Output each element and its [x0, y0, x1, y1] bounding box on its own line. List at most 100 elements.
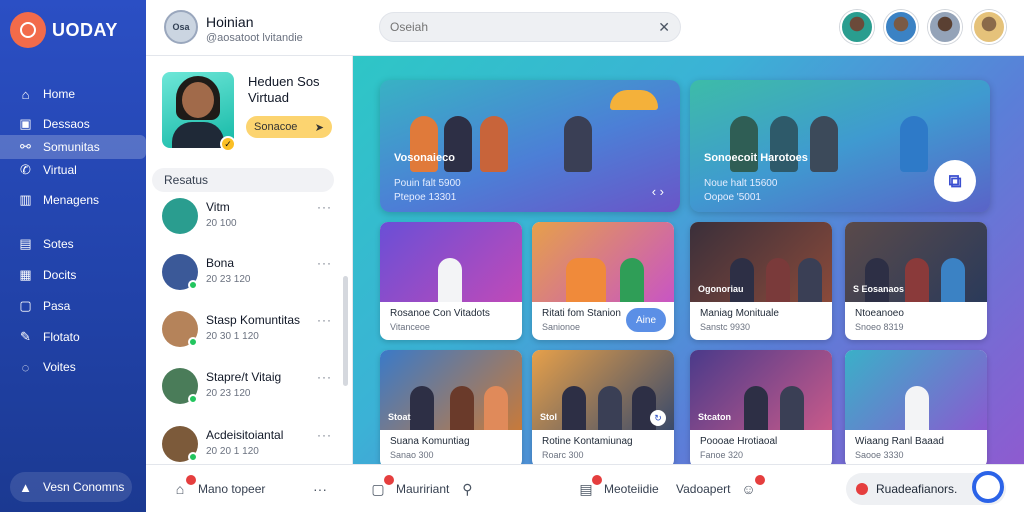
bottom-item-label: Mano topeer [198, 482, 266, 496]
list-item[interactable]: Bona 20 23 120 ··· [162, 252, 332, 292]
scrollbar[interactable] [343, 276, 348, 386]
refresh-icon[interactable]: ↻ [650, 410, 666, 426]
community-card[interactable]: Stoat Suana Komuntiag Sanao 300 [380, 350, 522, 464]
bottom-item-label: Meoteiidie [604, 482, 659, 496]
online-indicator [188, 452, 198, 462]
featured-meta: Oopoe '5001 [704, 192, 761, 203]
card-title: Ritati fom Stanion [542, 308, 621, 319]
more-icon[interactable]: ··· [317, 428, 332, 442]
bottom-item-mauririant[interactable]: ▢ Mauririant ⚲ [368, 475, 477, 499]
card-title: Suana Komuntiag [390, 436, 470, 447]
nav-bottom-label: Vesn Conomns [43, 480, 125, 494]
card-subtitle: Sanao 300 [390, 450, 434, 460]
nav-label: Dessaos [43, 117, 90, 131]
building-icon: ▥ [19, 192, 32, 207]
home-icon: ⌂ [170, 475, 196, 499]
calendar-icon: ▤ [576, 475, 602, 499]
user-avatar[interactable]: Osa [164, 10, 198, 44]
more-icon[interactable]: ··· [317, 370, 332, 384]
close-icon[interactable]: ✕ [658, 19, 670, 36]
card-subtitle: Sanionoe [542, 322, 581, 332]
community-card[interactable]: Stcaton Poooae Hrotiaoal Fanoe 320 [690, 350, 832, 464]
featured-meta: Pouin falt 5900 [394, 178, 461, 189]
featured-meta: Ptepoe 13301 [394, 192, 457, 203]
document-icon: ▦ [19, 267, 32, 282]
card-pill-button[interactable]: Aine [626, 308, 666, 332]
community-card[interactable]: Stol ↻ Rotine Kontamiunag Roarc 300 [532, 350, 674, 464]
vote-icon: ◌ [21, 359, 30, 375]
card-tag: Stol [540, 412, 557, 422]
nav-label: Virtual [43, 163, 77, 177]
nav-item-menagens[interactable]: ▥ Menagens [0, 188, 146, 212]
nav-item-docits[interactable]: ▦ Docits [0, 263, 146, 287]
card-title: Poooae Hrotiaoal [700, 436, 778, 447]
user-name: Hoinian [206, 14, 254, 30]
more-icon[interactable]: ··· [317, 313, 332, 327]
community-card[interactable]: Ogonoriau Maniag Monituale Sanstc 9930 [690, 222, 832, 340]
search-icon[interactable]: ⚲ [457, 479, 477, 499]
share-icon[interactable]: ⧉ [934, 160, 976, 202]
more-icon[interactable]: ··· [317, 200, 332, 214]
nav-item-somunitas[interactable]: ⚯ Somunitas [0, 135, 146, 159]
bottom-item-label: Vadoapert [676, 482, 731, 496]
nav-item-dessaos[interactable]: ▣ Dessaos [0, 112, 146, 136]
card-title: Rosanoe Con Vitadots [390, 308, 490, 319]
carousel-arrows-icon[interactable]: ‹ › [652, 184, 664, 199]
nav-label: Somunitas [43, 140, 100, 154]
contact-time: 20 30 1 120 [206, 331, 259, 342]
list-item[interactable]: Acdeisitoiantal 20 20 1 120 ··· [162, 424, 332, 464]
search-input[interactable] [390, 20, 659, 34]
card-title: Wiaang Ranl Baaad [855, 436, 944, 447]
profile-title: Heduen Sos Virtuad [248, 74, 320, 105]
brand-logo-icon [10, 12, 46, 48]
community-icon: ⚯ [20, 139, 31, 154]
nav-item-sotes[interactable]: ▤ Sotes [0, 232, 146, 256]
avatar[interactable] [884, 10, 918, 44]
online-indicator [188, 394, 198, 404]
top-avatars [840, 10, 1006, 44]
nav-item-home[interactable]: ⌂ Home [0, 82, 146, 106]
card-subtitle: Saooe 3330 [855, 450, 904, 460]
community-card[interactable]: Ritati fom Stanion Sanionoe Aine [532, 222, 674, 340]
more-icon[interactable]: ··· [317, 256, 332, 270]
bottom-item-meoteiidie[interactable]: ▤ Meoteiidie [576, 475, 659, 499]
nav-bottom-button[interactable]: ▲ Vesn Conomns [10, 472, 132, 502]
lock-icon: ▲ [19, 479, 32, 495]
card-subtitle: Vitanceoe [390, 322, 430, 332]
community-card[interactable]: S Eosanaos Ntoeanoeo Snoeo 8319 [845, 222, 987, 340]
nav-label: Voites [43, 360, 76, 374]
avatar [162, 198, 198, 234]
nav-item-virtual[interactable]: ✆ Virtual [0, 158, 146, 182]
user-icon: ☺ [739, 475, 765, 499]
bottom-item-vadoapert[interactable]: Vadoapert ☺ [676, 475, 765, 499]
card-subtitle: Fanoe 320 [700, 450, 744, 460]
featured-card[interactable]: Sonoecoit Harotoes Noue halt 15600 Oopoe… [690, 80, 990, 212]
nav-item-flotato[interactable]: ✎ Flotato [0, 325, 146, 349]
avatar[interactable] [972, 10, 1006, 44]
contact-name: Stapre/t Vitaig [206, 370, 282, 384]
record-button[interactable] [972, 471, 1004, 503]
profile-button[interactable]: Sonacoe ➤ [246, 116, 332, 138]
avatar[interactable] [928, 10, 962, 44]
nav-label: Docits [43, 268, 77, 282]
top-bar: Osa Hoinian @aosatoot lvitandie ✕ [146, 0, 1024, 56]
page-icon: ▢ [19, 298, 32, 313]
avatar[interactable] [840, 10, 874, 44]
bottom-item-mano-topeer[interactable]: ⌂ Mano topeer [170, 475, 266, 499]
notification-label: Ruadeafianors. [876, 482, 958, 496]
list-item[interactable]: Vitm 20 100 ··· [162, 196, 332, 236]
featured-card[interactable]: Vosonaieco Pouin falt 5900 Ptepoe 13301 … [380, 80, 680, 212]
nav-item-voites[interactable]: ◌ Voites [0, 355, 146, 379]
list-item[interactable]: Stapre/t Vitaig 20 23 120 ··· [162, 366, 332, 406]
phone-icon: ✆ [20, 162, 31, 177]
card-title: Ntoeanoeo [855, 308, 904, 319]
community-card[interactable]: Rosanoe Con Vitadots Vitanceoe [380, 222, 522, 340]
list-item[interactable]: Stasp Komuntitas 20 30 1 120 ··· [162, 309, 332, 349]
community-card[interactable]: Wiaang Ranl Baaad Saooe 3330 [845, 350, 987, 464]
brand[interactable]: UODAY [10, 12, 118, 48]
more-button[interactable]: ··· [310, 479, 330, 499]
nav-item-pasa[interactable]: ▢ Pasa [0, 294, 146, 318]
card-subtitle: Sanstc 9930 [700, 322, 751, 332]
chat-icon: ▢ [368, 475, 394, 499]
contact-name: Vitm [206, 200, 230, 214]
